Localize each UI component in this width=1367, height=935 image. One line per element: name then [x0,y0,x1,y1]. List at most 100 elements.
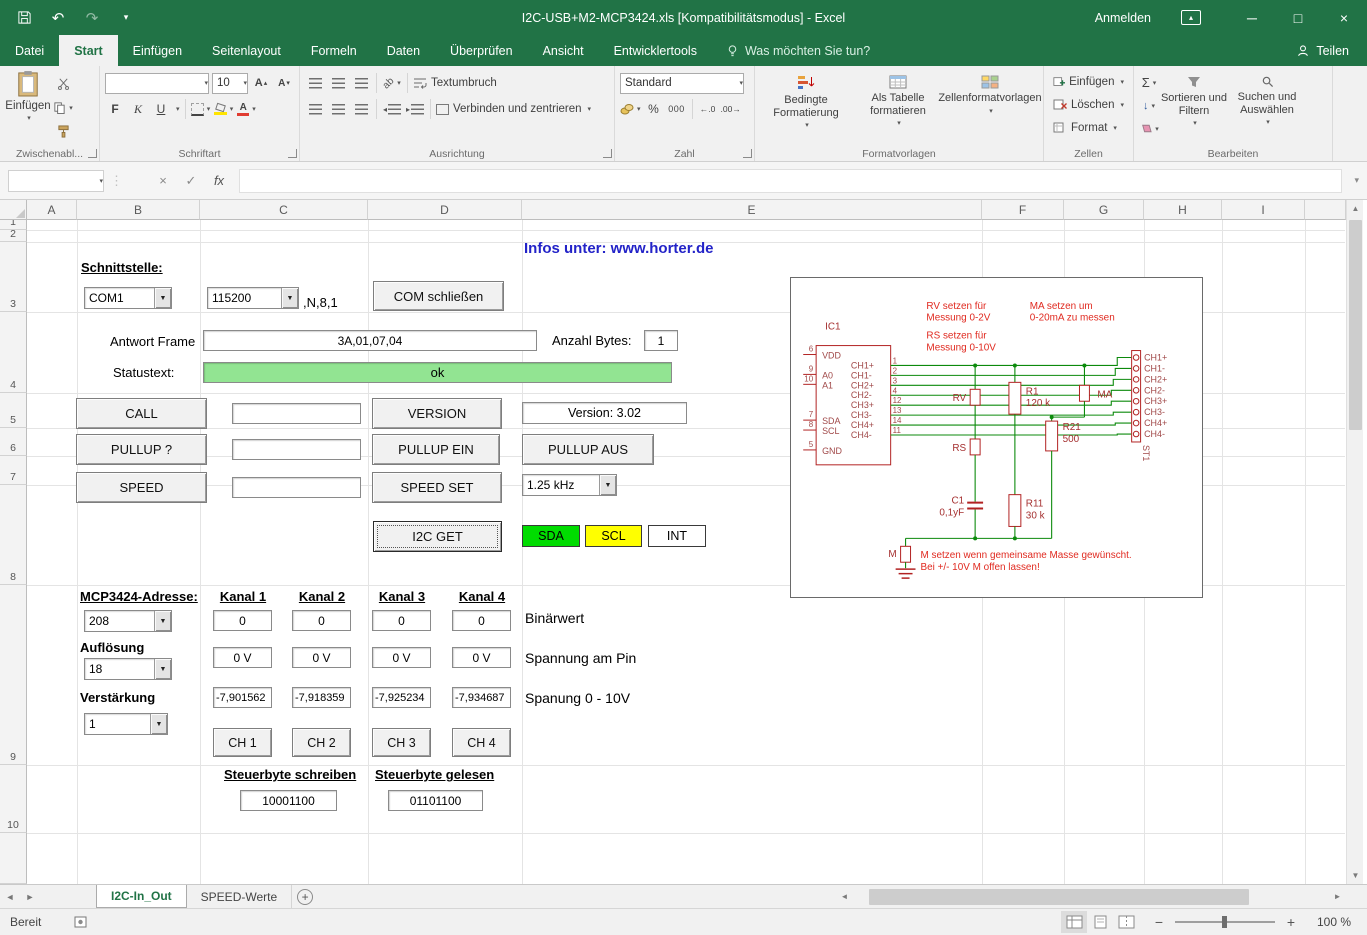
merge-center-button[interactable]: Verbinden und zentrieren▾ [436,99,591,120]
call-button[interactable]: CALL [76,398,207,429]
format-cells-button[interactable]: Format▾ [1049,116,1128,139]
align-center-button[interactable] [328,99,348,120]
call-result-field[interactable] [232,403,361,424]
align-right-button[interactable] [351,99,371,120]
row-header[interactable]: 1 [0,220,27,230]
row-header[interactable]: 6 [0,428,27,456]
scroll-left-icon[interactable]: ◄ [836,888,853,905]
row-header[interactable] [0,833,27,884]
write-byte-field[interactable]: 10001100 [240,790,337,811]
align-middle-button[interactable] [328,73,348,94]
new-sheet-button[interactable]: + [292,885,318,908]
normal-view-button[interactable] [1061,911,1087,933]
speed-result-field[interactable] [232,477,361,498]
increase-decimal-button[interactable]: ←.0 [698,99,718,120]
scroll-down-icon[interactable]: ▼ [1347,867,1364,884]
horizontal-scrollbar[interactable]: ◄ ► [836,884,1346,908]
format-painter-button[interactable] [53,121,73,142]
maximize-button[interactable]: □ [1275,0,1321,35]
dialog-launcher-icon[interactable] [743,149,752,158]
tab-formeln[interactable]: Formeln [296,35,372,66]
baud-rate-select[interactable]: 115200▼ [207,287,299,309]
channel-button[interactable]: CH 4 [452,728,511,757]
number-format-select[interactable]: Standard▾ [620,73,744,94]
confirm-entry-icon[interactable]: ✓ [177,173,205,189]
tab-seitenlayout[interactable]: Seitenlayout [197,35,296,66]
cell-styles-button[interactable]: Zellenformatvorlagen▾ [944,70,1036,144]
sign-in-link[interactable]: Anmelden [1095,11,1151,25]
paste-button[interactable]: Einfügen ▾ [5,70,51,142]
i2c-get-button[interactable]: I2C GET [373,521,502,552]
delete-cells-button[interactable]: Löschen▾ [1049,93,1128,116]
ribbon-display-options-icon[interactable]: ▴ [1181,10,1201,25]
accounting-format-button[interactable]: ▾ [620,99,641,120]
font-size-select[interactable]: 10▾ [212,73,248,94]
tab-scroll-right-icon[interactable]: ► [20,885,40,908]
zoom-level[interactable]: 100 % [1309,915,1351,929]
name-box[interactable]: ▾ [8,170,104,192]
bytes-field[interactable]: 1 [644,330,678,351]
formula-input[interactable] [239,169,1342,193]
fill-button[interactable]: ↓▾ [1139,95,1159,116]
dialog-launcher-icon[interactable] [288,149,297,158]
align-left-button[interactable] [305,99,325,120]
cut-button[interactable] [53,73,73,94]
font-color-button[interactable]: A▾ [237,99,257,120]
expand-formula-bar-icon[interactable]: ▾ [1354,175,1359,186]
align-bottom-button[interactable] [351,73,371,94]
tab-daten[interactable]: Daten [372,35,435,66]
column-header[interactable]: H [1144,200,1222,220]
select-all-corner[interactable] [0,200,27,220]
dropdown-arrow-icon[interactable]: ▼ [599,475,616,495]
vertical-scrollbar-thumb[interactable] [1349,220,1362,430]
horizontal-scrollbar-thumb[interactable] [869,889,1249,905]
row-header[interactable]: 3 [0,242,27,312]
row-header[interactable]: 4 [0,312,27,393]
vertical-scrollbar[interactable]: ▲ ▼ [1346,200,1363,884]
sheet-tab-speed-werte[interactable]: SPEED-Werte [187,885,292,908]
conditional-formatting-button[interactable]: Bedingte Formatierung▾ [760,70,852,144]
dropdown-arrow-icon[interactable]: ▼ [281,288,298,308]
mcp-address-select[interactable]: 208▼ [84,610,172,632]
row-header[interactable]: 2 [0,230,27,242]
answer-frame-field[interactable]: 3A,01,07,04 [203,330,537,351]
sheet-tab-i2c-in-out[interactable]: I2C-In_Out [96,885,187,908]
tab-start[interactable]: Start [59,35,117,66]
column-header[interactable]: A [27,200,77,220]
com-close-button[interactable]: COM schließen [373,281,504,311]
row-header[interactable]: 7 [0,456,27,485]
font-name-select[interactable]: ▾ [105,73,209,94]
zoom-slider-thumb[interactable] [1222,916,1227,928]
speed-set-button[interactable]: SPEED SET [372,472,502,503]
shrink-font-button[interactable]: A▾ [274,73,294,94]
format-as-table-button[interactable]: Als Tabelle formatieren▾ [852,70,944,144]
resolution-select[interactable]: 18▼ [84,658,172,680]
pullup-query-button[interactable]: PULLUP ? [76,434,207,465]
undo-button[interactable]: ↶ [48,6,68,30]
orientation-button[interactable]: ab▾ [382,73,402,94]
borders-button[interactable]: ▾ [191,99,211,120]
speed-button[interactable]: SPEED [76,472,207,503]
minimize-button[interactable]: ─ [1229,0,1275,35]
redo-button[interactable]: ↷ [82,6,102,30]
dropdown-arrow-icon[interactable]: ▼ [154,288,171,308]
tab-einfuegen[interactable]: Einfügen [118,35,197,66]
sort-filter-button[interactable]: Sortieren und Filtern▾ [1159,70,1229,144]
pullup-on-button[interactable]: PULLUP EIN [372,434,500,465]
insert-cells-button[interactable]: Einfügen▾ [1049,70,1128,93]
row-header[interactable]: 8 [0,485,27,585]
pullup-off-button[interactable]: PULLUP AUS [522,434,654,465]
gain-select[interactable]: 1▼ [84,713,168,735]
zoom-in-button[interactable]: + [1283,914,1299,930]
italic-button[interactable]: K [128,99,148,120]
channel-button[interactable]: CH 3 [372,728,431,757]
column-header[interactable]: E [522,200,982,220]
autosum-button[interactable]: Σ▾ [1139,72,1159,93]
insert-function-button[interactable]: fx [205,173,233,188]
zoom-out-button[interactable]: − [1151,914,1167,930]
customize-quick-access-button[interactable]: ▾ [116,6,136,30]
column-header[interactable]: D [368,200,522,220]
tab-ueberpruefen[interactable]: Überprüfen [435,35,528,66]
page-break-view-button[interactable] [1113,911,1139,933]
clear-button[interactable]: ▾ [1139,118,1159,139]
